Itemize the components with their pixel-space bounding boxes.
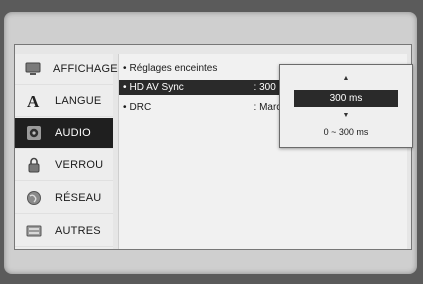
sidebar-item-label: RÉSEAU xyxy=(55,192,102,204)
audio-icon xyxy=(25,125,43,141)
sidebar-item-affichage[interactable]: AFFICHAGE xyxy=(15,54,118,85)
sidebar-item-label: AUDIO xyxy=(55,127,91,139)
sidebar-item-verrou[interactable]: VERROU xyxy=(15,150,113,181)
sidebar-item-label: AFFICHAGE xyxy=(53,63,118,75)
sidebar-item-label: AUTRES xyxy=(55,225,101,237)
setting-value: : Marc xyxy=(253,102,282,113)
svg-text:A: A xyxy=(27,93,40,109)
bullet: • xyxy=(123,82,127,93)
others-icon xyxy=(25,223,43,239)
sidebar-item-label: VERROU xyxy=(55,159,104,171)
sidebar-item-reseau[interactable]: RÉSEAU xyxy=(15,183,113,214)
setting-label: HD AV Sync xyxy=(129,82,184,93)
sidebar-item-langue[interactable]: A LANGUE xyxy=(15,86,113,117)
sidebar-item-audio[interactable]: AUDIO xyxy=(15,118,113,149)
lock-icon xyxy=(25,157,43,173)
sidebar-item-autres[interactable]: AUTRES xyxy=(15,216,113,247)
value-selector-popup: ▲ 300 ms ▼ 0 ~ 300 ms xyxy=(279,64,413,148)
display-icon xyxy=(25,61,41,77)
value-range: 0 ~ 300 ms xyxy=(323,127,369,137)
selected-value[interactable]: 300 ms xyxy=(294,90,398,107)
decrease-arrow-icon[interactable]: ▼ xyxy=(280,112,412,119)
sidebar-item-label: LANGUE xyxy=(55,95,102,107)
bullet: • xyxy=(123,63,127,74)
network-icon xyxy=(25,190,43,206)
settings-sidebar: AFFICHAGE A LANGUE AUDIO VERROU RÉSEAU A… xyxy=(15,54,118,249)
setting-label: DRC xyxy=(129,102,152,113)
bullet: • xyxy=(123,102,127,113)
increase-arrow-icon[interactable]: ▲ xyxy=(280,75,412,82)
language-icon: A xyxy=(25,93,43,109)
